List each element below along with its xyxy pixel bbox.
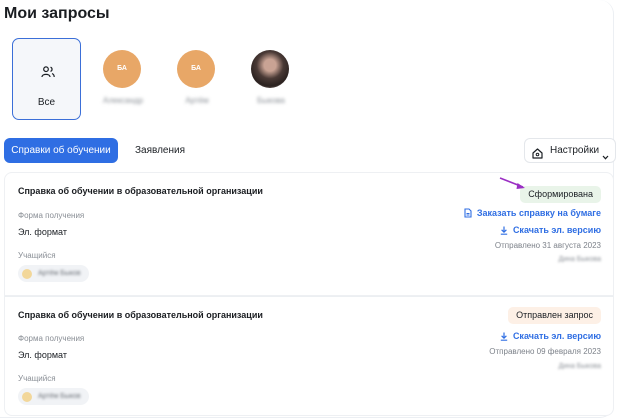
person-label: Все <box>37 97 56 108</box>
person-name: Александр <box>102 96 144 105</box>
download-link[interactable]: Скачать эл. версию <box>500 331 601 341</box>
avatar <box>22 391 32 402</box>
order-paper-label: Заказать справку на бумаге <box>476 208 601 218</box>
download-icon <box>500 226 508 235</box>
signer-name: Дина Быкова <box>558 363 601 370</box>
student-label: Учащийся <box>18 251 56 260</box>
annotation-arrow-icon <box>499 177 525 189</box>
people-icon <box>41 65 55 78</box>
page-title: Мои запросы <box>4 5 110 22</box>
student-chip: Артём Быков <box>18 265 89 282</box>
person-name: Быкова <box>257 96 285 105</box>
download-icon <box>500 332 508 341</box>
request-card: Справка об обучении в образовательной ор… <box>4 296 614 416</box>
avatar: БА <box>103 50 141 88</box>
status-badge: Сформирована <box>520 186 601 203</box>
student-name: Артём Быков <box>38 393 81 400</box>
person-filter-2[interactable]: БА Артём <box>160 38 234 120</box>
request-title: Справка об обучении в образовательной ор… <box>18 310 263 320</box>
settings-button[interactable]: Настройки <box>524 138 616 163</box>
student-chip: Артём Быков <box>18 388 89 405</box>
sent-date: Отправлено 09 февраля 2023 <box>489 347 601 356</box>
sent-date: Отправлено 31 августа 2023 <box>494 241 601 250</box>
form-label: Форма получения <box>18 211 85 220</box>
student-name: Артём Быков <box>38 270 81 277</box>
avatar <box>22 268 32 279</box>
tab-certificates[interactable]: Справки об обучении <box>4 138 118 163</box>
person-filter-1[interactable]: БА Александр <box>86 38 160 120</box>
order-paper-link[interactable]: Заказать справку на бумаге <box>464 208 601 218</box>
download-link[interactable]: Скачать эл. версию <box>500 225 601 235</box>
signer-name: Дина Быкова <box>558 256 601 263</box>
form-label: Форма получения <box>18 334 85 343</box>
download-label: Скачать эл. версию <box>512 225 601 235</box>
download-label: Скачать эл. версию <box>512 331 601 341</box>
settings-label: Настройки <box>550 145 600 156</box>
person-filter-all[interactable]: Все <box>12 38 81 120</box>
person-name: Артём <box>185 96 209 105</box>
tab-applications[interactable]: Заявления <box>135 138 185 163</box>
form-value: Эл. формат <box>18 350 67 360</box>
avatar-photo <box>251 50 289 88</box>
avatar: БА <box>177 50 215 88</box>
chevron-down-icon <box>602 147 609 160</box>
status-badge: Отправлен запрос <box>508 307 601 324</box>
student-label: Учащийся <box>18 374 56 383</box>
request-title: Справка об обучении в образовательной ор… <box>18 186 263 196</box>
person-filter-3[interactable]: Быкова <box>234 38 308 120</box>
house-icon <box>532 145 543 159</box>
document-icon <box>464 208 472 218</box>
form-value: Эл. формат <box>18 227 67 237</box>
